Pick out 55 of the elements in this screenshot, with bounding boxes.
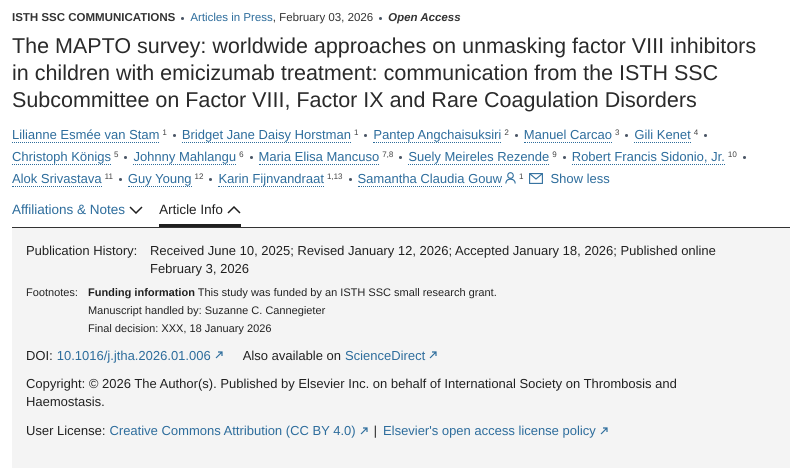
tab[interactable]: Affiliations & Notes: [12, 200, 144, 226]
affiliation-number: 1: [162, 128, 167, 138]
footnote: Funding information This study was funded by an ISTH SSC small research grant.: [88, 286, 497, 300]
article-title: The MAPTO survey: worldwide approaches on unmasking factor VIII inhibitors in children with emicizumab treatment: communication from the ISTH SSC Subcommittee on Factor VIII, Factor IX and Rare Coagulation Disorders: [12, 33, 758, 114]
affiliation-number: 1,13: [326, 172, 343, 182]
author-link[interactable]: Karin Fijnvandraat: [218, 171, 324, 188]
footnote: Manuscript handled by: Suzanne C. Cannegieter: [88, 304, 326, 318]
policy-link[interactable]: Elsevier's open access license policy: [383, 421, 596, 440]
sciencedirect-link[interactable]: ScienceDirect: [345, 346, 426, 365]
also-available-label: Also available on: [242, 346, 341, 364]
author-link[interactable]: Guy Young: [128, 171, 192, 188]
author-link[interactable]: Gili Kenet: [634, 127, 691, 144]
field-label: Footnotes:: [26, 286, 79, 300]
author-link[interactable]: Bridget Jane Daisy Horstman: [182, 127, 351, 144]
author-link[interactable]: Suely Meireles Rezende: [408, 149, 550, 166]
link-separator: |: [374, 422, 378, 440]
field-label: User License:: [26, 422, 106, 440]
affiliation-number: 12: [194, 172, 204, 182]
external-link-icon: [360, 426, 368, 435]
affiliation-number: 1: [354, 128, 358, 138]
envelope-icon[interactable]: [528, 173, 542, 184]
field-label: DOI:: [26, 346, 53, 364]
author-link[interactable]: Samantha Claudia Gouw: [358, 171, 502, 188]
doi-link[interactable]: 10.1016/j.jtha.2026.01.006: [56, 346, 211, 365]
affiliation-number: 1: [519, 172, 524, 182]
affiliation-number: 7,8: [382, 150, 394, 160]
footnote: Final decision: XXX, 18 January 2026: [88, 322, 272, 336]
affiliation-number: 3: [614, 128, 620, 138]
author-link[interactable]: Pantep Angchaisuksiri: [373, 127, 502, 144]
field-label: Publication History:: [26, 242, 138, 260]
affiliation-number: 9: [552, 150, 557, 160]
show-less-link[interactable]: Show less: [550, 171, 610, 186]
access-label: Open Access: [388, 11, 461, 26]
author-link[interactable]: Christoph Königs: [12, 149, 111, 166]
affiliation-number: 10: [728, 150, 737, 160]
author-link[interactable]: Alok Srivastava: [12, 171, 102, 188]
publication-date: , February 03, 2026: [272, 11, 374, 26]
license-link[interactable]: Creative Commons Attribution (CC BY 4.0): [109, 421, 356, 440]
external-link-icon: [214, 351, 223, 360]
copyright-text: Copyright: © 2026 The Author(s). Published by Elsevier Inc. on behalf of International Society on Thrombosis and Haemostasis.: [26, 375, 678, 411]
external-link-icon: [600, 426, 608, 435]
author-link[interactable]: Manuel Carcao: [524, 127, 612, 144]
author-link[interactable]: Robert Francis Sidonio, Jr.: [572, 149, 725, 166]
journal-name: ISTH SSC COMMUNICATIONS: [12, 11, 176, 26]
affiliation-number: 4: [694, 128, 698, 138]
publication-history: Received June 10, 2025; Revised January 12, 2026; Accepted January 18, 2026; Published online February 3, 2026: [150, 242, 717, 278]
external-link-icon: [429, 351, 438, 360]
author-link[interactable]: Johnny Mahlangu: [133, 149, 236, 166]
affiliation-number: 5: [114, 150, 118, 160]
section-link[interactable]: Articles in Press: [190, 10, 273, 28]
author-link[interactable]: Lilianne Esmée van Stam: [12, 127, 160, 144]
affiliation-number: 6: [239, 150, 244, 160]
affiliation-number: 2: [504, 128, 509, 138]
affiliation-number: 11: [104, 172, 113, 182]
author-link[interactable]: Maria Elisa Mancuso: [258, 149, 380, 166]
